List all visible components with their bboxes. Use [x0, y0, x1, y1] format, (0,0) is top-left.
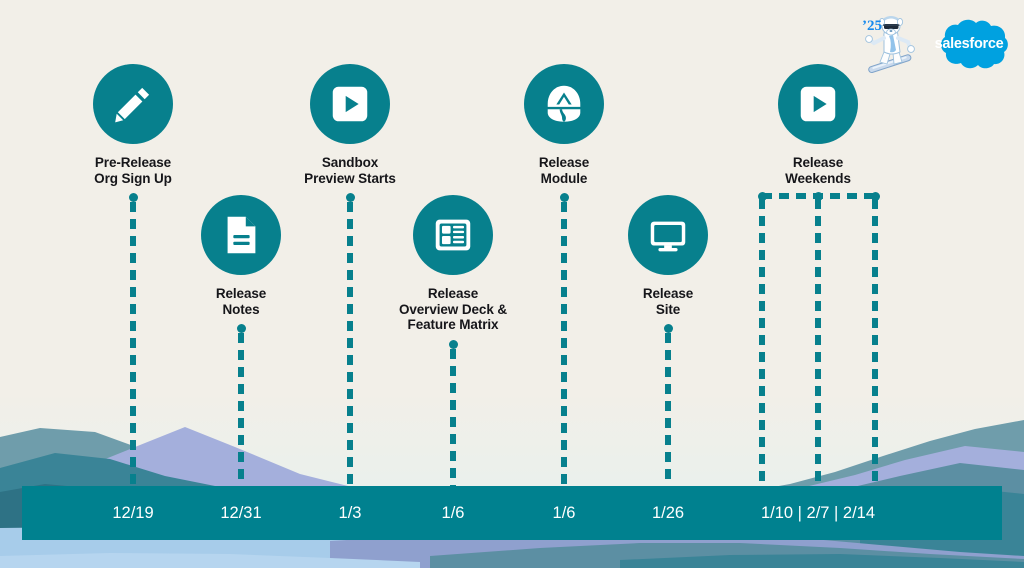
salesforce-wordmark: salesforce	[934, 36, 1004, 52]
connector-node-dot	[448, 339, 458, 349]
milestone-label: Release Overview Deck & Feature Matrix	[398, 286, 508, 332]
connector-dashed-line	[561, 202, 567, 486]
milestone-label: Release Site	[642, 286, 694, 317]
date-label: 1/10 | 2/7 | 2/14	[760, 503, 876, 522]
milestone-sandbox-preview-starts[interactable]: Sandbox Preview Starts	[265, 64, 435, 186]
connector-node-dot	[559, 193, 569, 202]
branch-vertical-dash	[872, 199, 878, 486]
connector-dashed-line	[347, 202, 353, 486]
year-badge-label: ’25	[862, 18, 882, 34]
monitor-icon	[628, 195, 708, 275]
connector-dashed-line	[130, 202, 136, 486]
connector-dashed-line	[450, 348, 456, 486]
pencil-icon	[93, 64, 173, 144]
connector-node-dot	[236, 324, 246, 333]
connector-release-module	[559, 193, 569, 486]
connector-release-notes	[236, 324, 246, 486]
connector-release-overview-deck-feature-matrix	[448, 339, 458, 486]
connector-pre-release-org-sign-up	[128, 193, 138, 486]
branch-vertical-dash	[815, 199, 821, 486]
play-icon	[778, 64, 858, 144]
date-bar: 12/19 12/31 1/3 1/6 1/6 1/26 1/10 | 2/7 | 2/14	[22, 486, 1002, 540]
connector-release-site	[663, 324, 673, 486]
milestone-release-overview-deck-feature-matrix[interactable]: Release Overview Deck & Feature Matrix	[368, 195, 538, 333]
connector-node-dot	[663, 324, 673, 333]
date-label: 1/26	[651, 503, 685, 522]
release-weekends-bracket	[757, 191, 880, 486]
milestone-label: Release Module	[538, 155, 590, 186]
milestone-release-site[interactable]: Release Site	[583, 195, 753, 317]
connector-node-dot	[128, 193, 138, 202]
date-label: 1/6	[552, 503, 576, 522]
document-icon	[201, 195, 281, 275]
milestone-pre-release-org-sign-up[interactable]: Pre-Release Org Sign Up	[48, 64, 218, 186]
trailhead-badge-icon	[524, 64, 604, 144]
branding-lockup: ’25 salesforce	[860, 12, 1010, 76]
milestone-release-weekends[interactable]: Release Weekends	[733, 64, 903, 186]
connector-sandbox-preview-starts	[345, 193, 355, 486]
milestone-label: Release Weekends	[785, 155, 851, 186]
date-label: 12/31	[220, 503, 262, 522]
date-label: 1/6	[441, 503, 465, 522]
milestone-label: Sandbox Preview Starts	[304, 155, 396, 186]
milestone-release-notes[interactable]: Release Notes	[156, 195, 326, 317]
milestone-label: Release Notes	[215, 286, 267, 317]
astro-mascot: ’25	[860, 12, 924, 76]
branch-vertical-dash	[759, 199, 765, 486]
connector-node-dot	[345, 193, 355, 202]
play-icon	[310, 64, 390, 144]
timeline-slide: Pre-Release Org Sign Up Release Notes Sa…	[0, 0, 1024, 568]
connector-dashed-line	[665, 333, 671, 486]
milestone-label: Pre-Release Org Sign Up	[94, 155, 172, 186]
salesforce-cloud-logo: salesforce	[928, 15, 1010, 73]
date-label: 12/19	[112, 503, 154, 522]
layout-grid-icon	[413, 195, 493, 275]
connector-dashed-line	[238, 333, 244, 486]
milestone-release-module[interactable]: Release Module	[479, 64, 649, 186]
date-label: 1/3	[338, 503, 362, 522]
